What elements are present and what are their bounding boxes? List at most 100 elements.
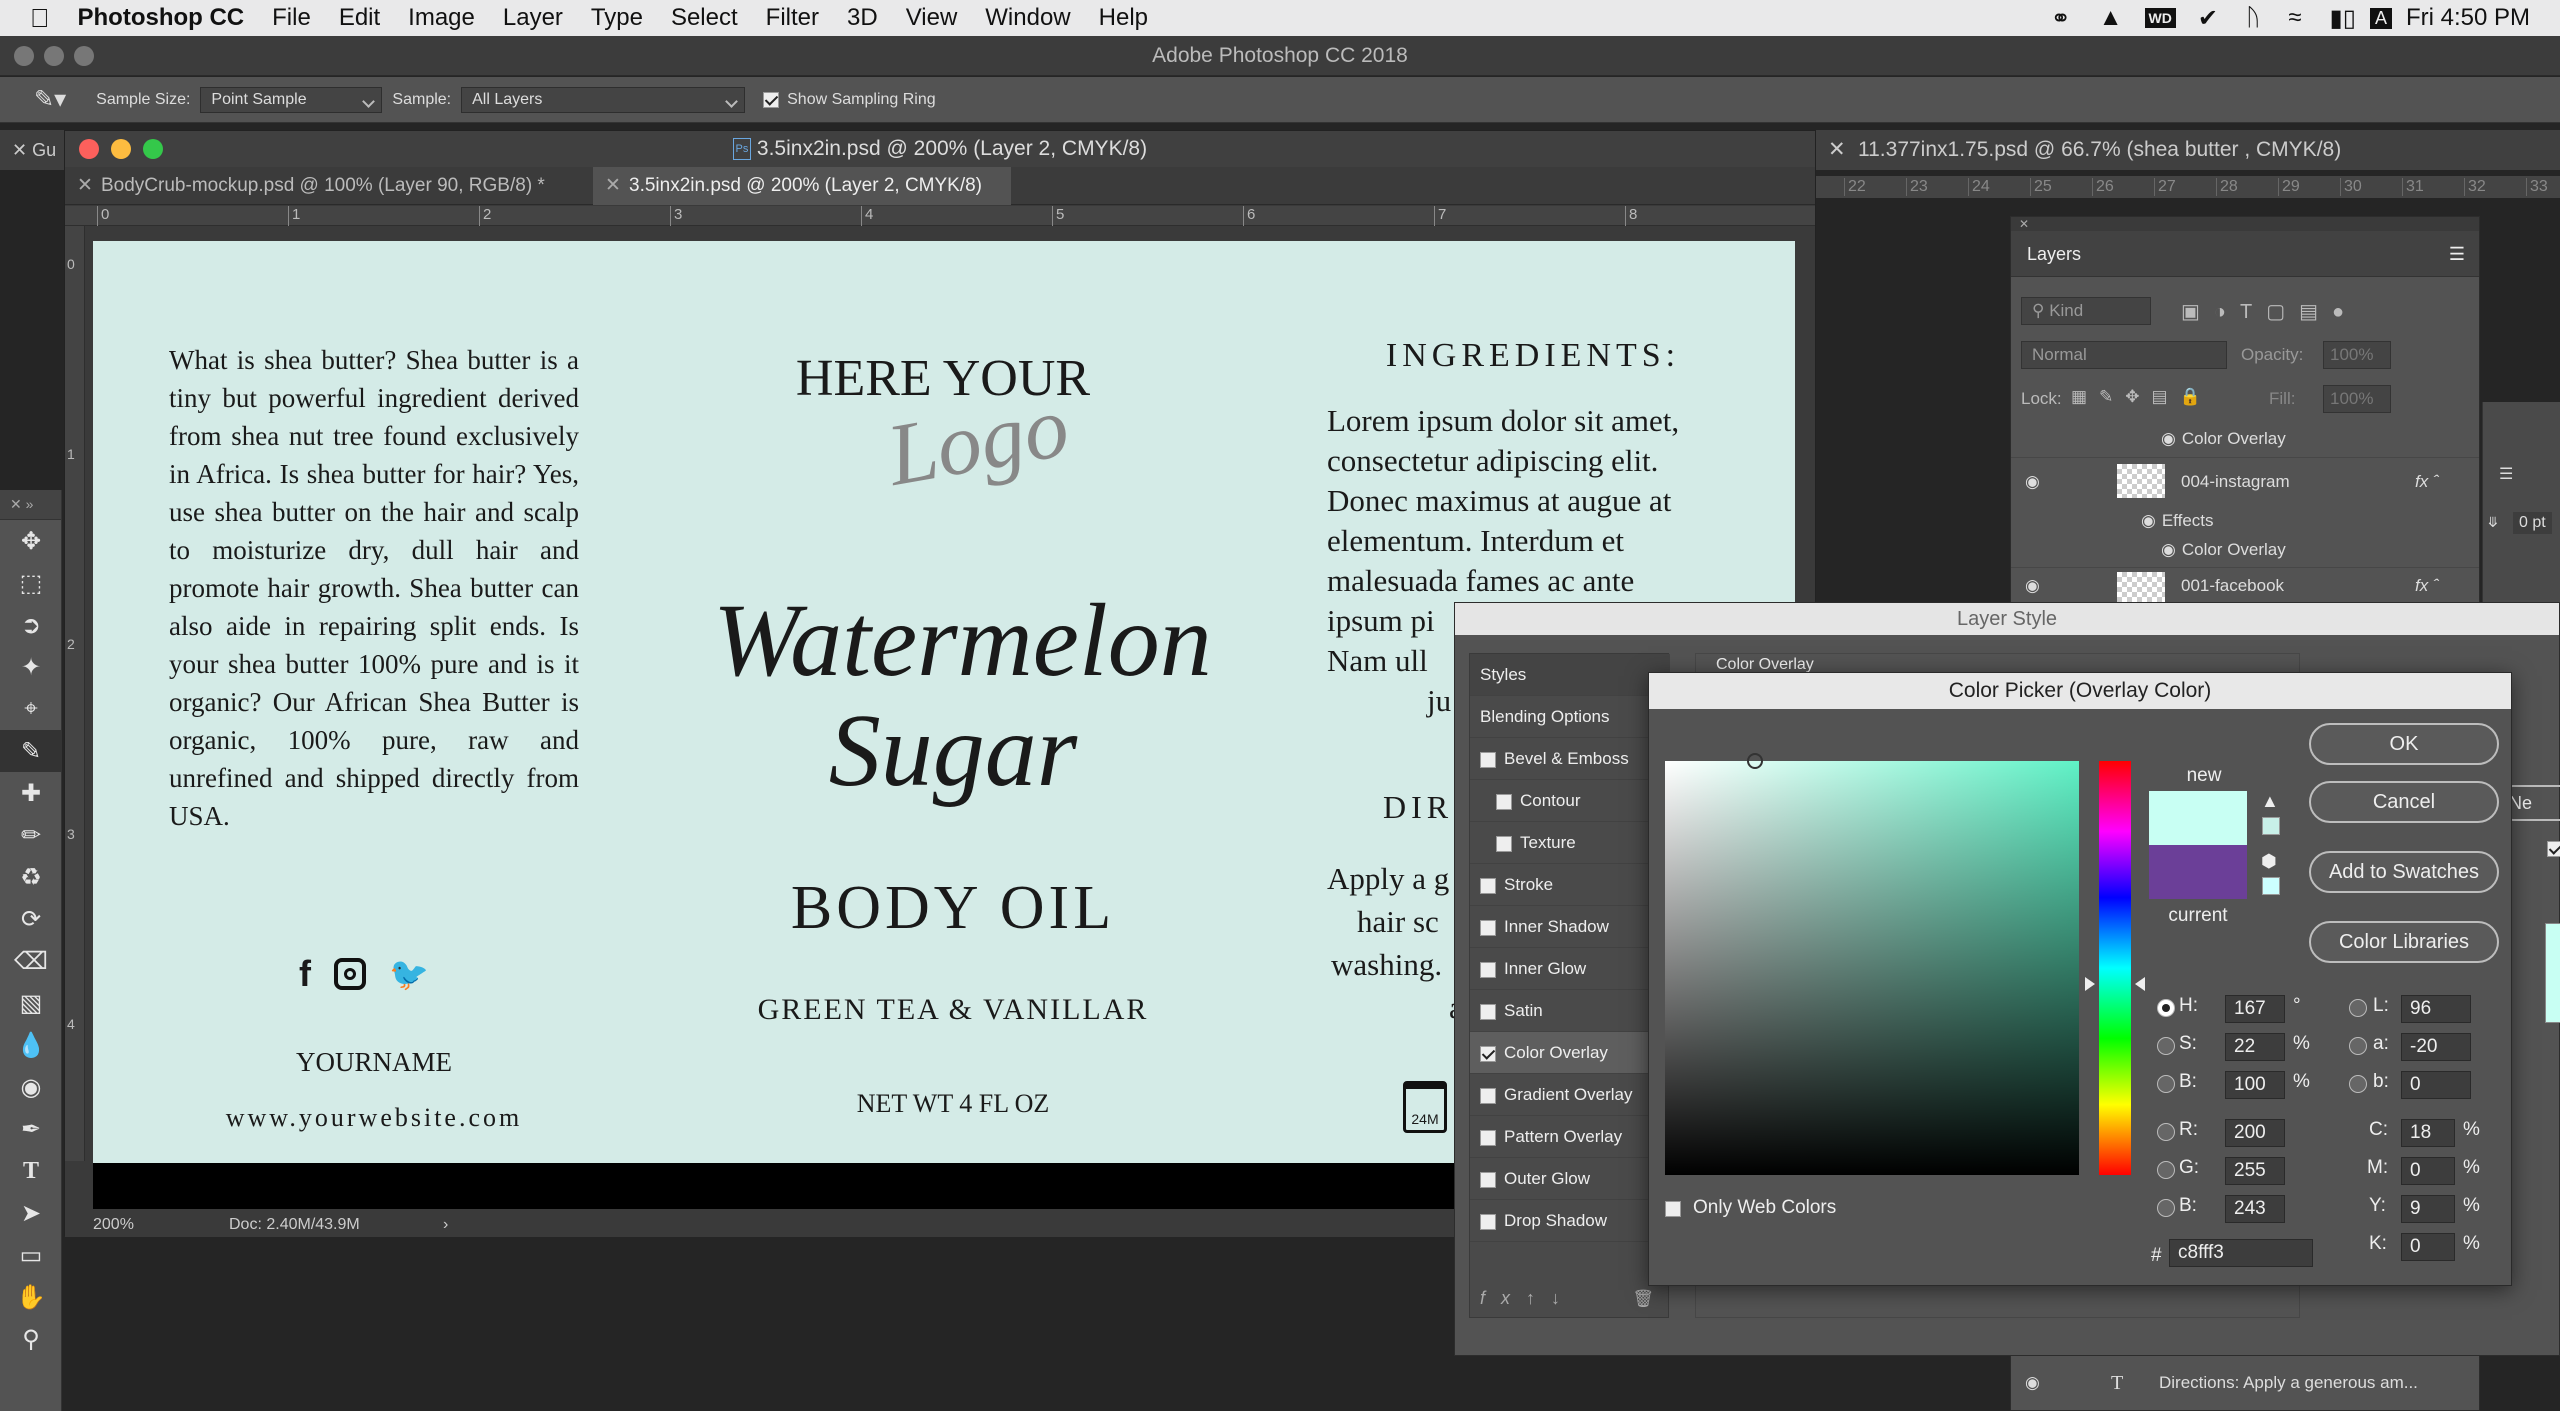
doc-zoom-button[interactable] <box>143 139 163 159</box>
menu-edit[interactable]: Edit <box>325 4 394 32</box>
hue-radio[interactable] <box>2157 999 2175 1017</box>
blue-input[interactable]: 243 <box>2225 1195 2285 1223</box>
current-color-swatch[interactable] <box>2149 845 2247 899</box>
magenta-input[interactable]: 0 <box>2401 1157 2455 1185</box>
doc-close-button[interactable] <box>79 139 99 159</box>
doc-size[interactable]: Doc: 2.40M/43.9M <box>229 1213 360 1237</box>
menu-file[interactable]: File <box>258 4 325 32</box>
menu-filter[interactable]: Filter <box>752 4 833 32</box>
menu-type[interactable]: Type <box>577 4 657 32</box>
tab-close-icon[interactable]: ✕ <box>1828 130 1846 170</box>
zoom-tool-icon[interactable]: ⚲ <box>0 1318 62 1360</box>
web-safe-cube-icon[interactable]: ⬢ <box>2261 851 2277 872</box>
out-of-gamut-warning-icon[interactable]: ▲ <box>2261 791 2279 812</box>
move-tool-icon[interactable]: ✥ <box>0 520 62 562</box>
style-item-checkbox[interactable] <box>1480 919 1496 936</box>
fill-input[interactable]: 100% <box>2323 385 2391 413</box>
layer-style-title[interactable]: Layer Style <box>1455 603 2559 635</box>
style-item-checkbox[interactable] <box>1496 793 1512 810</box>
menu-image[interactable]: Image <box>394 4 489 32</box>
style-item-inner-shadow[interactable]: Inner Shadow <box>1470 906 1670 948</box>
style-item-gradient-overlay[interactable]: Gradient Overlay <box>1470 1074 1670 1116</box>
eye-icon[interactable]: ◉ <box>2025 458 2040 506</box>
wifi-icon[interactable]: ≈ <box>2274 4 2315 32</box>
styles-header[interactable]: Styles <box>1470 654 1670 696</box>
brightness-input[interactable]: 100 <box>2225 1071 2285 1099</box>
style-item-stroke[interactable]: Stroke <box>1470 864 1670 906</box>
type-tool-icon[interactable]: T <box>0 1150 62 1192</box>
yellow-input[interactable]: 9 <box>2401 1195 2455 1223</box>
sample-select[interactable]: All Layers <box>461 86 746 113</box>
doc-tab-partial[interactable]: ✕ Gu <box>0 130 64 170</box>
style-item-checkbox[interactable] <box>1480 1003 1496 1020</box>
healing-brush-tool-icon[interactable]: ✚ <box>0 772 62 814</box>
menu-layer[interactable]: Layer <box>489 4 577 32</box>
creative-cloud-icon[interactable]: ⚭ <box>2037 4 2085 33</box>
eyedropper-tool-icon[interactable]: ✎ <box>0 730 62 772</box>
bluetooth-icon[interactable]: ᚢ <box>2232 4 2274 32</box>
lasso-tool-icon[interactable]: ➲ <box>0 604 62 646</box>
style-item-pattern-overlay[interactable]: Pattern Overlay <box>1470 1116 1670 1158</box>
sample-size-select[interactable]: Point Sample <box>200 86 383 113</box>
lab-b-radio[interactable] <box>2349 1075 2367 1093</box>
crop-tool-icon[interactable]: ⌖ <box>0 688 62 730</box>
color-field-cursor[interactable] <box>1747 753 1763 769</box>
lock-icons[interactable]: ▦✎✥▤🔒 <box>2071 387 2213 407</box>
layer-row[interactable]: ◉ 004-instagram fx ˆ <box>2011 457 2479 505</box>
blue-radio[interactable] <box>2157 1199 2175 1217</box>
red-radio[interactable] <box>2157 1123 2175 1141</box>
layer-filter-kind[interactable]: ⚲ Kind <box>2021 297 2151 325</box>
menubar-clock[interactable]: Fri 4:50 PM <box>2392 4 2560 32</box>
style-item-drop-shadow[interactable]: Drop Shadow <box>1470 1200 1670 1242</box>
preview-checkbox[interactable] <box>2547 841 2560 857</box>
tools-panel-header[interactable]: ✕ » <box>0 490 61 520</box>
saturation-input[interactable]: 22 <box>2225 1033 2285 1061</box>
shape-tool-icon[interactable]: ▭ <box>0 1234 62 1276</box>
gamut-swatch[interactable] <box>2262 817 2280 835</box>
tab-3-5inx2in[interactable]: ✕ 3.5inx2in.psd @ 200% (Layer 2, CMYK/8) <box>593 167 1011 205</box>
eraser-tool-icon[interactable]: ⌫ <box>0 940 62 982</box>
status-arrow-icon[interactable]: › <box>443 1213 448 1237</box>
eye-icon[interactable]: ◉ <box>2161 540 2176 559</box>
check-icon[interactable]: ✔ <box>2184 4 2232 33</box>
history-brush-tool-icon[interactable]: ⟳ <box>0 898 62 940</box>
style-item-color-overlay[interactable]: Color Overlay <box>1470 1032 1670 1074</box>
document-window-titlebar[interactable]: Ps 3.5inx2in.psd @ 200% (Layer 2, CMYK/8) <box>65 131 1815 167</box>
saturation-radio[interactable] <box>2157 1037 2175 1055</box>
style-footer-icons[interactable]: fx↑↓ <box>1480 1288 1576 1309</box>
fx-icon[interactable]: fx ˆ <box>2415 458 2439 506</box>
menu-3d[interactable]: 3D <box>833 4 892 32</box>
panel-menu-icon[interactable]: ☰ <box>2449 231 2465 277</box>
style-item-checkbox[interactable] <box>1480 1213 1496 1230</box>
menu-app-name[interactable]: Photoshop CC <box>64 4 259 32</box>
brightness-radio[interactable] <box>2157 1075 2175 1093</box>
layer-effects-group[interactable]: ◉ Effects <box>2011 507 2479 535</box>
wd-icon[interactable]: WD <box>2144 8 2176 28</box>
hue-slider-left-arrow[interactable] <box>2085 977 2095 991</box>
fx-icon[interactable]: fx ˆ <box>2415 568 2439 604</box>
eyedropper-preset-icon[interactable]: ✎▾ <box>0 85 76 114</box>
style-item-bevel-emboss[interactable]: Bevel & Emboss <box>1470 738 1670 780</box>
style-item-checkbox[interactable] <box>1480 1171 1496 1188</box>
tab-close-icon[interactable]: ✕ <box>12 140 27 160</box>
zoom-level[interactable]: 200% <box>93 1213 134 1237</box>
red-input[interactable]: 200 <box>2225 1119 2285 1147</box>
style-item-checkbox[interactable] <box>1496 835 1512 852</box>
only-web-colors-checkbox[interactable] <box>1665 1201 1681 1217</box>
menu-help[interactable]: Help <box>1085 4 1162 32</box>
style-item-checkbox[interactable] <box>1480 1129 1496 1146</box>
eye-icon[interactable]: ◉ <box>2141 511 2156 530</box>
layer-effect-row[interactable]: ◉ Color Overlay <box>2011 425 2479 453</box>
trash-icon[interactable]: 🗑 <box>1632 1289 1654 1309</box>
eye-icon[interactable]: ◉ <box>2025 1365 2040 1401</box>
doc-minimize-button[interactable] <box>111 139 131 159</box>
indent-icon[interactable]: ⤋ <box>2487 514 2499 531</box>
pen-tool-icon[interactable]: ✒ <box>0 1108 62 1150</box>
opacity-input[interactable]: 100% <box>2323 341 2391 369</box>
menu-select[interactable]: Select <box>657 4 752 32</box>
close-window-button[interactable] <box>14 46 34 66</box>
hue-slider[interactable] <box>2099 761 2131 1175</box>
lab-b-input[interactable]: 0 <box>2401 1071 2471 1099</box>
eye-icon[interactable]: ◉ <box>2161 429 2176 448</box>
show-sampling-ring-checkbox[interactable] <box>763 91 780 108</box>
